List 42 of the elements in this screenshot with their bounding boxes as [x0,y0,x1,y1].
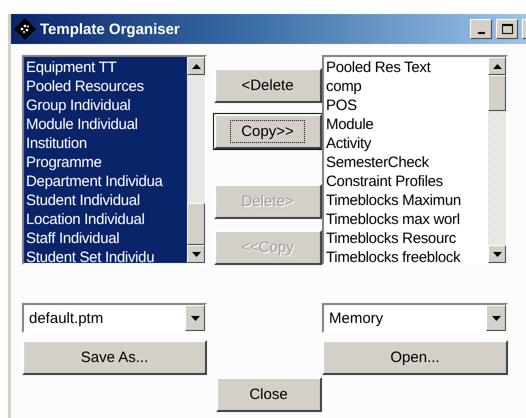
list-item[interactable]: SemesterCheck [326,153,488,172]
save-as-button[interactable]: Save As... [22,340,207,375]
down-arrow-icon [190,316,200,320]
down-arrow-icon [492,316,500,320]
scroll-down-button[interactable] [187,245,205,263]
list-item[interactable]: Activity [326,134,488,153]
window-title: Template Organiser [40,20,181,38]
list-box[interactable]: Equipment TT Pooled Resources Group Individual Module Individual Institution Programme Department Individua Student Individual Location Individual Staff Individual Student Set Individu [22,55,207,265]
maximize-icon [502,24,512,34]
up-arrow-icon [492,64,502,68]
dropdown-button[interactable] [185,305,205,331]
list-item[interactable]: POS [326,96,488,115]
scroll-thumb[interactable] [187,203,205,245]
down-arrow-icon [492,252,502,256]
source-dropdown[interactable]: Memory [322,303,508,333]
open-button[interactable]: Open... [322,340,508,375]
up-arrow-icon [192,64,200,68]
list-item[interactable]: Pooled Res Text [326,58,488,77]
scroll-up-button[interactable] [488,57,506,75]
minimize-button[interactable] [470,19,492,39]
file-dropdown[interactable]: default.ptm [22,303,207,333]
list-item[interactable]: Constraint Profiles [326,172,488,191]
scroll-thumb[interactable] [488,75,506,111]
list-item[interactable]: Timeblocks Resourc [326,229,488,248]
scrollbar[interactable] [187,57,205,263]
list-box[interactable]: Pooled Res Text comp POS Module Activity SemesterCheck Constraint Profiles Timeblocks Maximun Timeblocks max worl Timeblocks Resourc Timeblocks freeblock [322,55,508,265]
minimize-icon [478,32,484,34]
scroll-down-button[interactable] [488,245,506,263]
scroll-up-button[interactable] [187,57,205,75]
down-arrow-icon [192,252,200,256]
transfer-button[interactable]: Copy>> [214,114,322,149]
list-item[interactable]: Timeblocks Maximun [326,191,488,210]
maximize-button[interactable] [496,19,518,39]
list-item[interactable]: comp [326,77,488,96]
app-icon [14,18,36,40]
scrollbar[interactable] [488,57,506,263]
list-item[interactable]: Timeblocks max worl [326,210,488,229]
close-dialog-button[interactable]: Close [216,377,322,412]
list-item[interactable]: Timeblocks freeblock [326,248,488,263]
dropdown-button[interactable] [486,305,506,331]
transfer-button[interactable]: <Delete [214,68,322,103]
list-item[interactable]: Module [326,115,488,134]
